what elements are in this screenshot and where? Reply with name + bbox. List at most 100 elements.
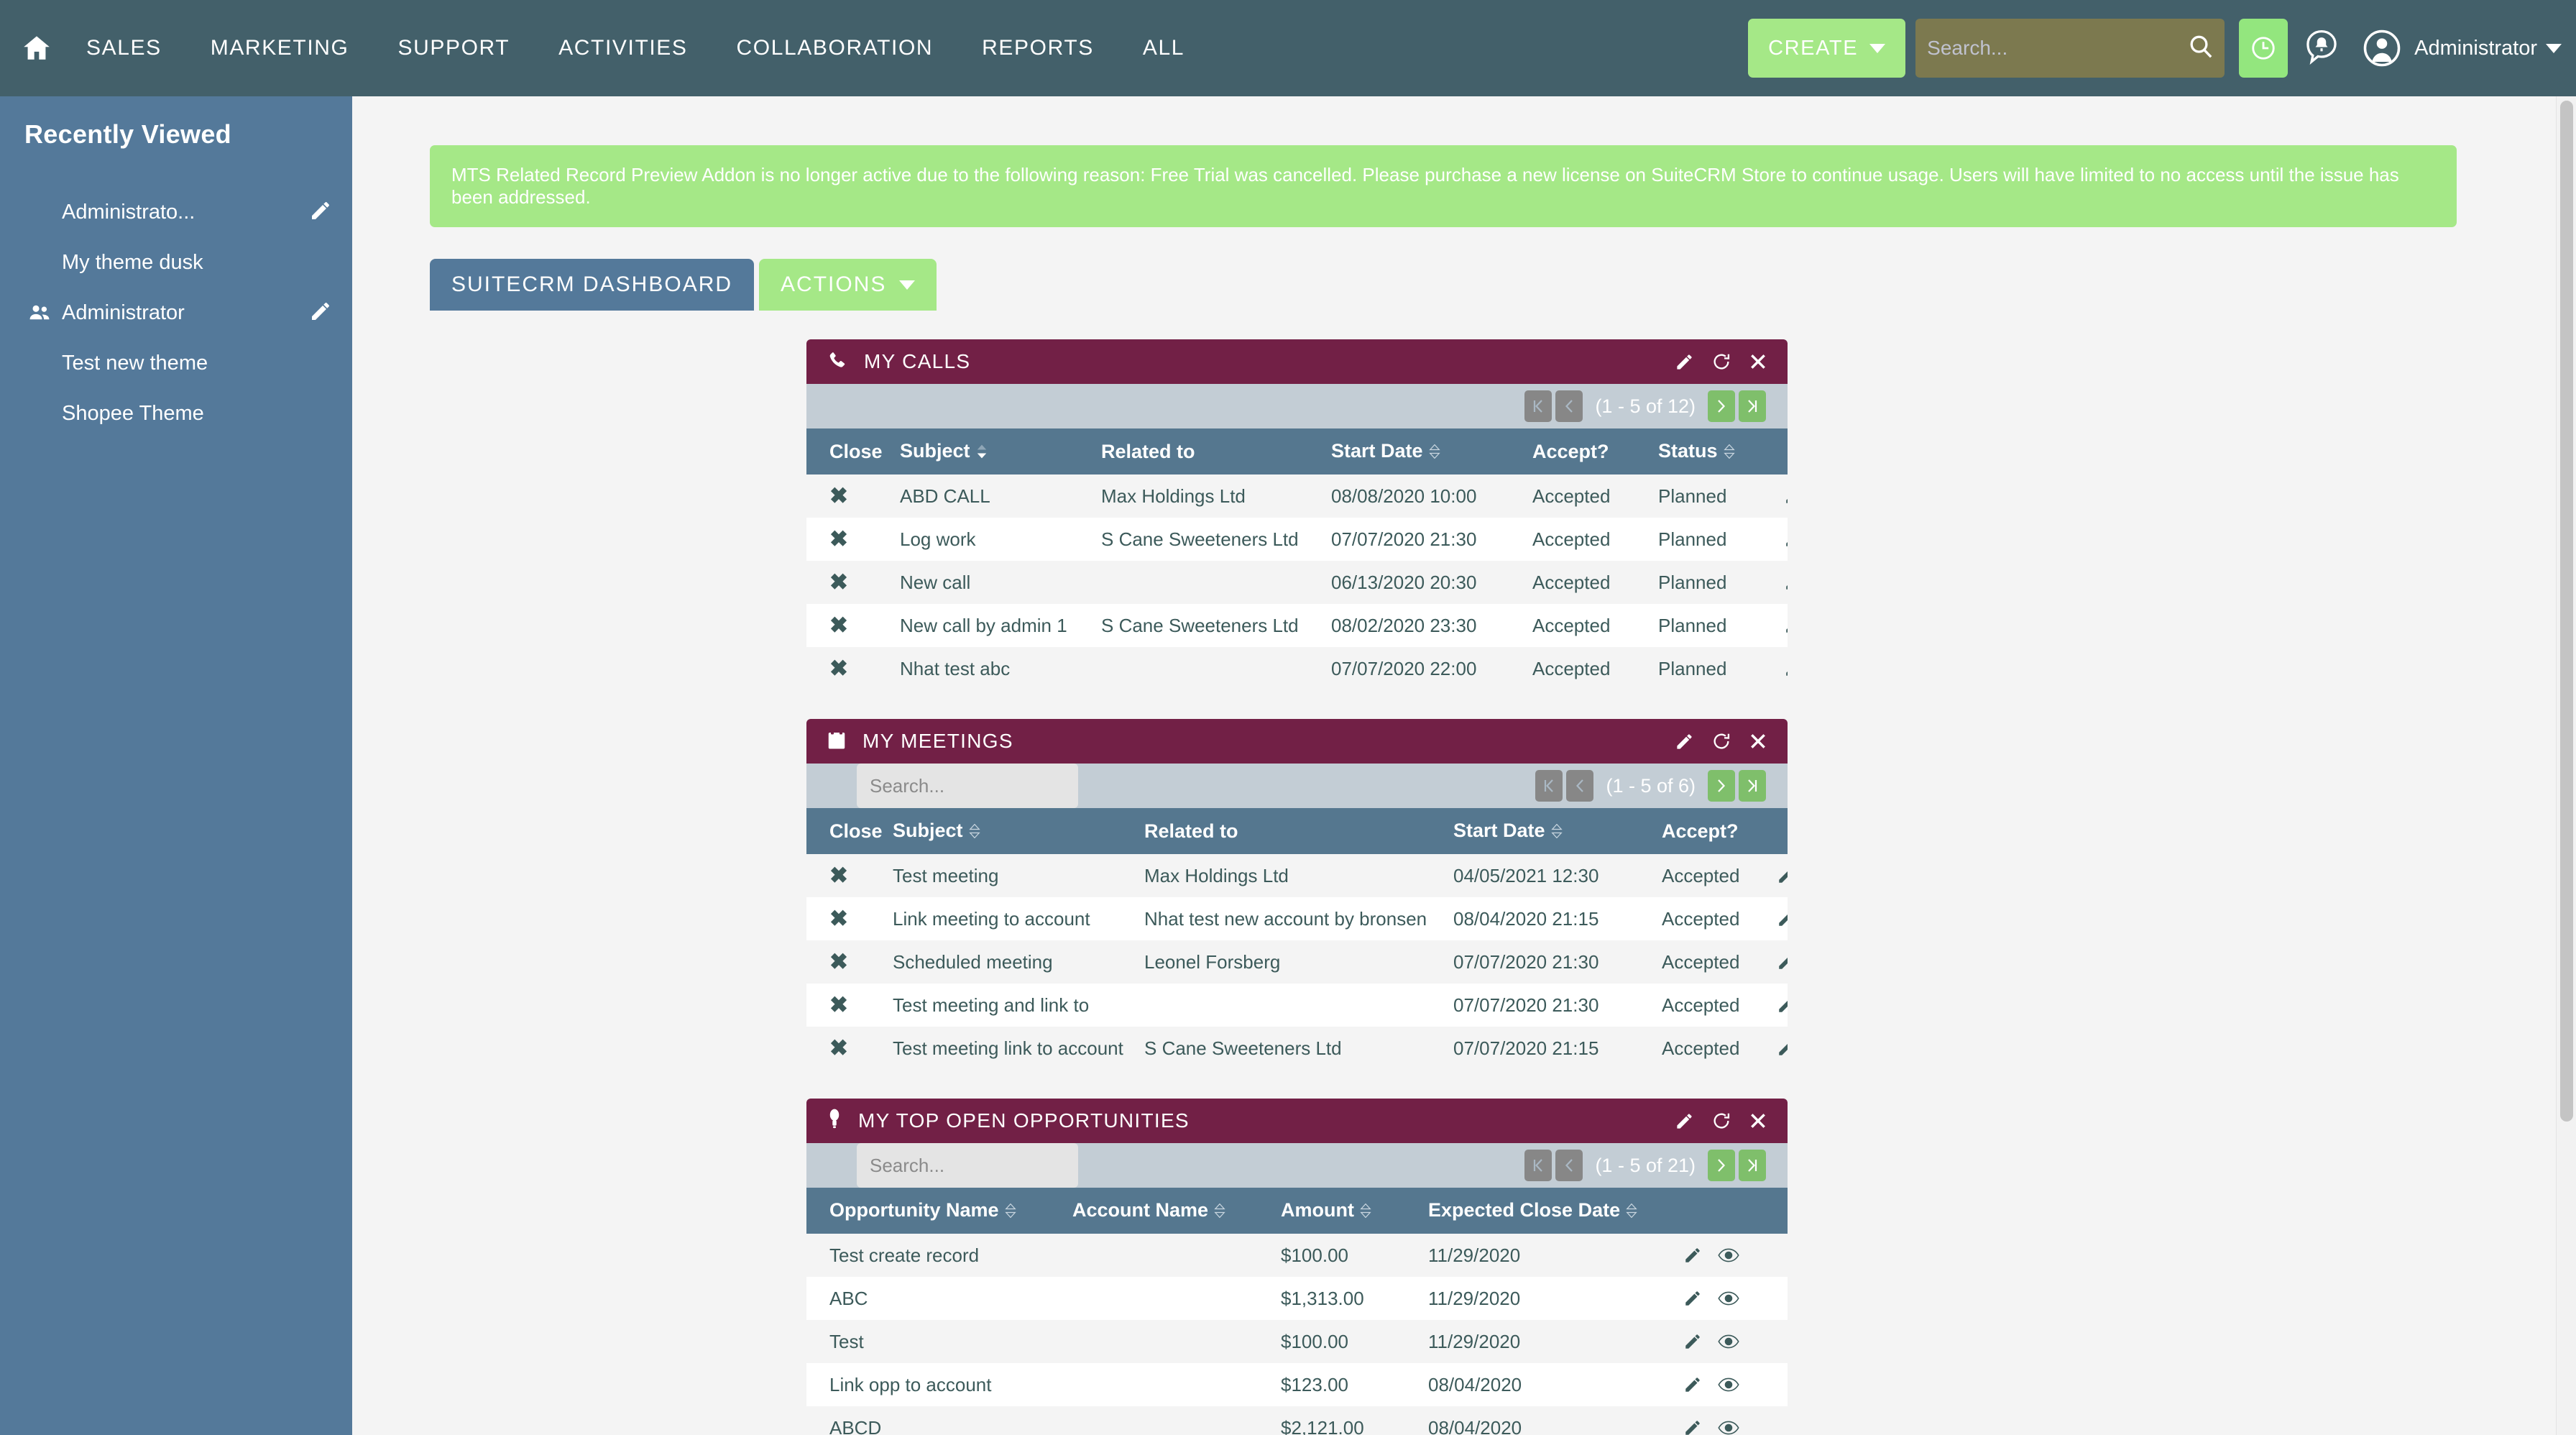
home-icon[interactable] [12,23,62,73]
column-expected-close-date[interactable]: Expected Close Date [1421,1188,1676,1234]
scrollbar-thumb[interactable] [2560,101,2573,1122]
dashlet-search-input[interactable] [857,1143,1078,1188]
sidebar-item-administrator[interactable]: Administrator [0,288,352,338]
eye-icon[interactable] [1718,1376,1739,1393]
column-subject[interactable]: Subject [893,428,1094,474]
first-page-button[interactable] [1524,1150,1552,1181]
user-avatar-icon[interactable] [2355,19,2409,78]
close-x-icon[interactable]: ✖ [829,656,848,681]
nav-item-marketing[interactable]: MARKETING [186,0,374,96]
close-x-icon[interactable]: ✖ [829,569,848,595]
column-status[interactable]: Status [1651,428,1777,474]
last-page-button[interactable] [1739,390,1766,422]
column-start-date[interactable]: Start Date [1446,808,1655,854]
column-amount[interactable]: Amount [1274,1188,1421,1234]
close-x-icon[interactable]: ✖ [829,949,848,974]
eye-icon[interactable] [1718,1333,1739,1350]
global-search[interactable] [1915,19,2225,78]
nav-item-support[interactable]: SUPPORT [373,0,534,96]
pencil-icon[interactable] [1784,530,1788,549]
eye-icon[interactable] [1718,1290,1739,1307]
call-subject-link[interactable]: ABD CALL [893,474,1094,518]
pencil-icon[interactable] [1675,1111,1694,1131]
call-subject-link[interactable]: New call by admin 1 [893,604,1094,647]
first-page-button[interactable] [1524,390,1552,422]
close-icon[interactable] [1749,732,1767,751]
close-x-icon[interactable]: ✖ [829,613,848,638]
pencil-icon[interactable] [1784,573,1788,592]
create-button[interactable]: CREATE [1748,19,1905,78]
close-x-icon[interactable]: ✖ [829,863,848,888]
pencil-icon[interactable] [1675,352,1694,372]
pencil-icon[interactable] [1683,1332,1702,1351]
meeting-related-link[interactable]: Nhat test new account by bronsen [1137,897,1446,940]
pencil-icon[interactable] [1784,659,1788,678]
call-subject-link[interactable]: New call [893,561,1094,604]
last-page-button[interactable] [1739,1150,1766,1181]
meeting-subject-link[interactable]: Test meeting and link to [886,984,1137,1027]
call-related-link[interactable] [1094,647,1324,690]
close-x-icon[interactable]: ✖ [829,1035,848,1060]
nav-item-sales[interactable]: SALES [62,0,186,96]
close-x-icon[interactable]: ✖ [829,906,848,931]
meeting-subject-link[interactable]: Test meeting link to account [886,1027,1137,1070]
pencil-icon[interactable] [1683,1418,1702,1435]
actions-menu-button[interactable]: ACTIONS [759,259,937,311]
close-icon[interactable] [1749,352,1767,371]
sidebar-item-test-new-theme[interactable]: Test new theme [0,338,352,388]
pencil-icon[interactable] [309,300,332,326]
pencil-icon[interactable] [1683,1289,1702,1308]
close-icon[interactable] [1749,1111,1767,1130]
refresh-icon[interactable] [1711,731,1731,751]
last-page-button[interactable] [1739,770,1766,802]
meeting-subject-link[interactable]: Link meeting to account [886,897,1137,940]
column-start-date[interactable]: Start Date [1324,428,1525,474]
page-scrollbar[interactable] [2556,96,2576,1435]
next-page-button[interactable] [1708,770,1735,802]
pencil-icon[interactable] [309,199,332,226]
next-page-button[interactable] [1708,390,1735,422]
refresh-icon[interactable] [1711,352,1731,372]
meeting-subject-link[interactable]: Scheduled meeting [886,940,1137,984]
prev-page-button[interactable] [1555,1150,1583,1181]
call-related-link[interactable]: S Cane Sweeteners Ltd [1094,518,1324,561]
pencil-icon[interactable] [1777,1039,1788,1058]
pencil-icon[interactable] [1777,866,1788,885]
pencil-icon[interactable] [1777,909,1788,928]
search-icon[interactable] [2186,32,2215,65]
opportunity-account-link[interactable] [1065,1406,1274,1435]
next-page-button[interactable] [1708,1150,1735,1181]
pencil-icon[interactable] [1777,996,1788,1014]
prev-page-button[interactable] [1555,390,1583,422]
call-related-link[interactable] [1094,561,1324,604]
admin-menu[interactable]: Administrator [2414,37,2562,60]
pencil-icon[interactable] [1675,732,1694,751]
opportunity-account-link[interactable] [1065,1234,1274,1277]
meeting-subject-link[interactable]: Test meeting [886,854,1137,897]
opportunity-account-link[interactable] [1065,1320,1274,1363]
column-opportunity-name[interactable]: Opportunity Name [806,1188,1065,1234]
close-x-icon[interactable]: ✖ [829,483,848,508]
dashlet-search-input[interactable] [857,764,1078,808]
pencil-icon[interactable] [1784,616,1788,635]
call-related-link[interactable]: S Cane Sweeteners Ltd [1094,604,1324,647]
meeting-related-link[interactable]: S Cane Sweeteners Ltd [1137,1027,1446,1070]
sidebar-item-shopee-theme[interactable]: Shopee Theme [0,388,352,439]
nav-item-activities[interactable]: ACTIVITIES [534,0,712,96]
meeting-related-link[interactable] [1137,984,1446,1027]
sidebar-item-my-theme-dusk[interactable]: My theme dusk [0,237,352,288]
eye-icon[interactable] [1718,1247,1739,1264]
opportunity-name-link[interactable]: Test [806,1320,1065,1363]
nav-item-all[interactable]: ALL [1118,0,1209,96]
opportunity-name-link[interactable]: ABCD [806,1406,1065,1435]
close-x-icon[interactable]: ✖ [829,526,848,551]
clock-icon[interactable] [2239,19,2288,78]
column-subject[interactable]: Subject [886,808,1137,854]
pencil-icon[interactable] [1683,1375,1702,1394]
call-subject-link[interactable]: Nhat test abc [893,647,1094,690]
pencil-icon[interactable] [1777,953,1788,971]
opportunity-name-link[interactable]: ABC [806,1277,1065,1320]
eye-icon[interactable] [1718,1419,1739,1435]
opportunity-name-link[interactable]: Test create record [806,1234,1065,1277]
opportunity-name-link[interactable]: Link opp to account [806,1363,1065,1406]
